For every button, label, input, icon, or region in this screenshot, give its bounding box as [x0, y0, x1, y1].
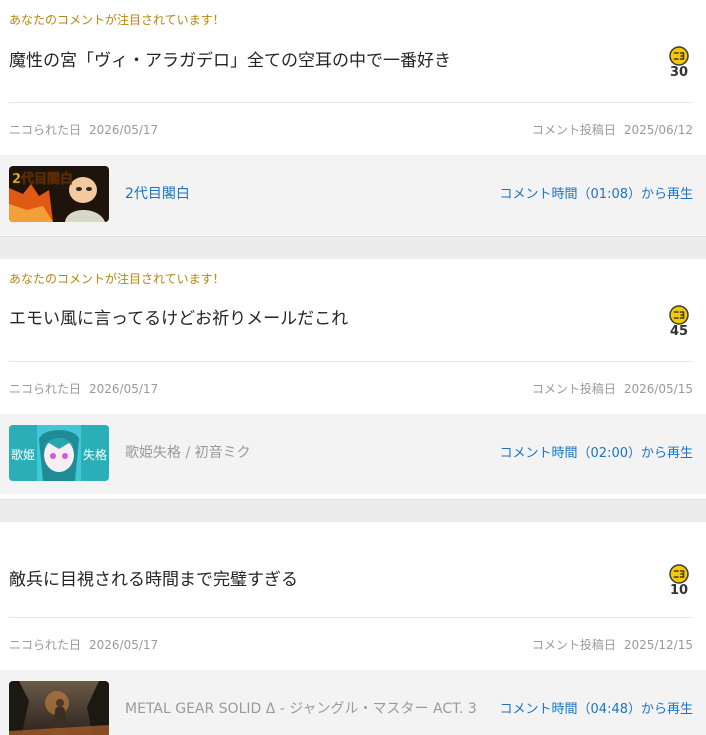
nico-count: 30: [669, 65, 689, 80]
comment-header: エモい風に言ってるけどお祈りメールだこれ 45: [9, 286, 693, 362]
comment-header: 魔性の宮「ヴィ・アラガデロ」全ての空耳の中で一番好き 30: [9, 27, 693, 103]
niko-date: ニコられた日 2026/05/17: [9, 636, 158, 653]
video-row: METAL GEAR SOLID Δ - ジャングル・マスター ACT. 3 コ…: [0, 670, 706, 735]
comment-card: 敵兵に目視される時間まで完璧すぎる 10 ニコられた日 2026/05/17 コメ…: [0, 522, 706, 735]
posted-date-label: コメント投稿日: [531, 638, 616, 652]
comment-feed: あなたのコメントが注目されています！ 魔性の宮「ヴィ・アラガデロ」全ての空耳の中…: [0, 0, 706, 735]
nico-count: 45: [669, 324, 689, 339]
comment-meta: ニコられた日 2026/05/17 コメント投稿日 2025/06/12: [9, 103, 693, 155]
comment-text: エモい風に言ってるけどお祈りメールだこれ: [9, 309, 349, 329]
video-row: 歌姫 失格 歌姫失格 / 初音ミク コメント時間（02:00）から再生: [0, 414, 706, 494]
comment-meta: ニコられた日 2026/05/17 コメント投稿日 2025/12/15: [9, 618, 693, 670]
nico-coin-icon: [669, 564, 689, 584]
posted-date: コメント投稿日 2026/05/15: [532, 380, 693, 397]
niko-date: ニコられた日 2026/05/17: [9, 121, 158, 138]
posted-date-value: 2026/05/15: [623, 382, 693, 396]
posted-date-label: コメント投稿日: [531, 382, 616, 396]
featured-notice: あなたのコメントが注目されています！: [9, 272, 225, 286]
nico-coin-icon: [669, 305, 689, 325]
comment-text: 敵兵に目視される時間まで完璧すぎる: [9, 570, 298, 590]
video-thumbnail[interactable]: 2代目閣白: [9, 166, 109, 222]
posted-date: コメント投稿日 2025/06/12: [532, 121, 693, 138]
card-top-spacer: [0, 522, 706, 544]
posted-date-value: 2025/06/12: [623, 123, 693, 137]
nico-badge: 45: [667, 305, 691, 339]
video-thumbnail[interactable]: [9, 681, 109, 735]
niko-date-value: 2026/05/17: [89, 382, 159, 396]
niko-date-value: 2026/05/17: [89, 638, 159, 652]
nico-count: 10: [669, 583, 689, 598]
video-title[interactable]: 歌姫失格 / 初音ミク: [125, 445, 251, 461]
posted-date: コメント投稿日 2025/12/15: [532, 636, 693, 653]
nico-badge: 30: [667, 46, 691, 80]
thumbnail-left-text: 歌姫: [11, 447, 35, 462]
comment-card: あなたのコメントが注目されています！ 魔性の宮「ヴィ・アラガデロ」全ての空耳の中…: [0, 0, 706, 237]
play-from-comment-link[interactable]: コメント時間（02:00）から再生: [500, 446, 693, 461]
niko-date-label: ニコられた日: [9, 382, 82, 396]
video-row: 2代目閣白 2代目閣白 コメント時間（01:08）から再生: [0, 155, 706, 235]
comment-card: あなたのコメントが注目されています！ エモい風に言ってるけどお祈りメールだこれ …: [0, 259, 706, 500]
comment-text: 魔性の宮「ヴィ・アラガデロ」全ての空耳の中で一番好き: [9, 51, 451, 71]
play-from-comment-link[interactable]: コメント時間（04:48）から再生: [500, 702, 693, 717]
niko-date-value: 2026/05/17: [89, 123, 159, 137]
comment-meta: ニコられた日 2026/05/17 コメント投稿日 2026/05/15: [9, 362, 693, 414]
play-from-comment-link[interactable]: コメント時間（01:08）から再生: [500, 187, 693, 202]
featured-notice: あなたのコメントが注目されています！: [9, 13, 225, 27]
comment-header: 敵兵に目視される時間まで完璧すぎる 10: [9, 544, 693, 618]
video-title-link[interactable]: 2代目閣白: [125, 186, 190, 202]
nico-badge: 10: [667, 564, 691, 598]
niko-date: ニコられた日 2026/05/17: [9, 380, 158, 397]
posted-date-label: コメント投稿日: [531, 123, 616, 137]
niko-date-label: ニコられた日: [9, 123, 82, 137]
video-title[interactable]: METAL GEAR SOLID Δ - ジャングル・マスター ACT. 3: [125, 701, 477, 717]
niko-date-label: ニコられた日: [9, 638, 82, 652]
thumbnail-right-text: 失格: [83, 447, 107, 462]
posted-date-value: 2025/12/15: [623, 638, 693, 652]
video-thumbnail[interactable]: 歌姫 失格: [9, 425, 109, 481]
nico-coin-icon: [669, 46, 689, 66]
thumbnail-logo-text: 2代目閣白: [12, 171, 73, 187]
